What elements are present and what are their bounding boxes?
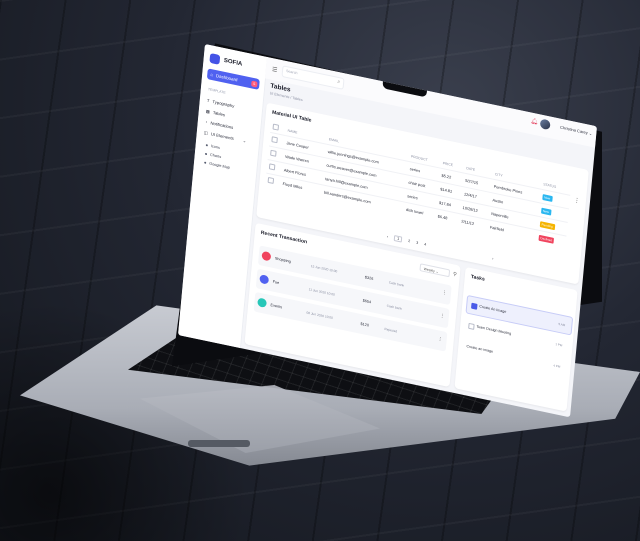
status-badge: New: [540, 207, 552, 215]
next-page-button[interactable]: ›: [492, 257, 494, 261]
text-icon: T: [206, 97, 210, 104]
task-time: 5 AM: [558, 321, 566, 328]
task-label: Create an image: [466, 344, 494, 354]
transaction-status: Cash bank: [388, 280, 405, 288]
task-label: Create An Image: [479, 304, 507, 314]
page-button-3[interactable]: 3: [416, 241, 418, 245]
user-name: Christina Carey: [559, 124, 588, 136]
tasks-card: Tasks Create An Image 5 AM Team Design M…: [454, 266, 578, 412]
page-button-4[interactable]: 4: [424, 242, 426, 246]
ui-elements-submenu: Icons Charts Google Map: [204, 140, 232, 172]
app-screen: SOFIA ⌂ Dashboard 5 TEMPLATE T Typography…: [178, 44, 597, 418]
card-title: Tasks: [470, 273, 485, 283]
sidebar-subitem-label: Google Map: [209, 161, 231, 170]
laptop-lid: SOFIA ⌂ Dashboard 5 TEMPLATE T Typography…: [0, 0, 640, 541]
table-icon: ▦: [205, 108, 211, 115]
sidebar-item-label: UI Elements: [210, 131, 234, 141]
fuel-icon: [259, 274, 270, 285]
task-time: 1 PM: [555, 342, 563, 348]
more-options-icon[interactable]: ⋮: [439, 313, 445, 320]
chevron-down-icon: ⌄: [588, 130, 593, 137]
period-dropdown[interactable]: Weekly ⌄: [419, 263, 451, 278]
transaction-name: Events: [270, 303, 283, 310]
search-placeholder: Search: [285, 68, 298, 76]
card-title: Material UI Table: [271, 109, 312, 124]
row-checkbox[interactable]: [265, 173, 282, 190]
nav-section-label: TEMPLATE: [207, 87, 226, 95]
task-checkbox[interactable]: [468, 322, 475, 330]
logo-icon: [209, 53, 221, 65]
status-badge: Pending: [539, 220, 555, 230]
bullet-icon: [204, 161, 207, 164]
home-icon: ⌂: [210, 71, 214, 78]
task-time: 4 PM: [553, 363, 561, 369]
sidebar-subitem-label: Icons: [210, 143, 221, 150]
page-button-2[interactable]: 2: [408, 239, 410, 243]
menu-icon[interactable]: ☰: [272, 66, 278, 74]
shopping-bag-icon: [261, 250, 272, 262]
card-title: Recent Transaction: [260, 229, 308, 246]
brand-logo[interactable]: SOFIA: [209, 53, 242, 69]
filter-icon[interactable]: ⚲: [453, 271, 457, 278]
notification-badge: 5: [251, 79, 258, 88]
transaction-amount: $120: [360, 321, 370, 328]
more-options-icon[interactable]: ⋮: [437, 336, 443, 343]
search-input[interactable]: Search ⌕: [281, 65, 345, 90]
chevron-down-icon: ⌄: [242, 138, 247, 144]
transaction-date: 15 Jun 2020 10:00: [310, 264, 338, 274]
transaction-status: Rejected: [384, 326, 398, 334]
task-checkbox[interactable]: [471, 302, 478, 310]
more-options-icon[interactable]: ⋮: [574, 197, 581, 205]
transaction-date: 11 Jun 2020 10:00: [308, 287, 336, 297]
bullet-icon: [205, 143, 208, 146]
sidebar-item-label: Dashboard: [215, 73, 238, 83]
chevron-down-icon: ⌄: [435, 269, 439, 274]
bell-icon: ◔: [204, 119, 208, 125]
layers-icon: ◫: [203, 129, 209, 136]
status-badge: New: [541, 193, 553, 202]
prev-page-button[interactable]: ‹: [387, 235, 389, 239]
transaction-date: 08 Jun 2020 10:00: [306, 310, 334, 321]
nav-list: T Typography ▦ Tables ◔ Notifications ◫ UI E…: [203, 95, 249, 147]
avatar[interactable]: [539, 118, 551, 131]
transaction-status: Cash bank: [386, 303, 403, 311]
task-label: Team Design Meeting: [476, 324, 512, 336]
transaction-name: Fue: [272, 279, 280, 286]
sidebar-item-label: Tables: [212, 109, 226, 118]
transaction-amount: $326: [364, 275, 374, 282]
notification-bell-icon[interactable]: 🔔︎: [530, 117, 538, 125]
data-table: NAME EMAIL PRODUCT PRICE DATE CITY STATU…: [265, 121, 571, 250]
event-icon: [257, 297, 267, 309]
transaction-amount: $654: [362, 298, 372, 305]
bullet-icon: [204, 152, 208, 155]
user-menu[interactable]: Christina Carey ⌄: [560, 125, 593, 137]
dropdown-value: Weekly: [423, 266, 435, 274]
more-options-icon[interactable]: ⋮: [442, 290, 448, 297]
sidebar-subitem-label: Charts: [209, 152, 222, 159]
brand-name: SOFIA: [223, 57, 243, 68]
transaction-name: Shopping: [274, 256, 292, 264]
sidebar-item-dashboard[interactable]: ⌂ Dashboard 5: [206, 68, 260, 90]
page-button-1[interactable]: 1: [393, 235, 403, 243]
search-icon[interactable]: ⌕: [337, 79, 340, 85]
status-badge: Declined: [538, 234, 555, 244]
